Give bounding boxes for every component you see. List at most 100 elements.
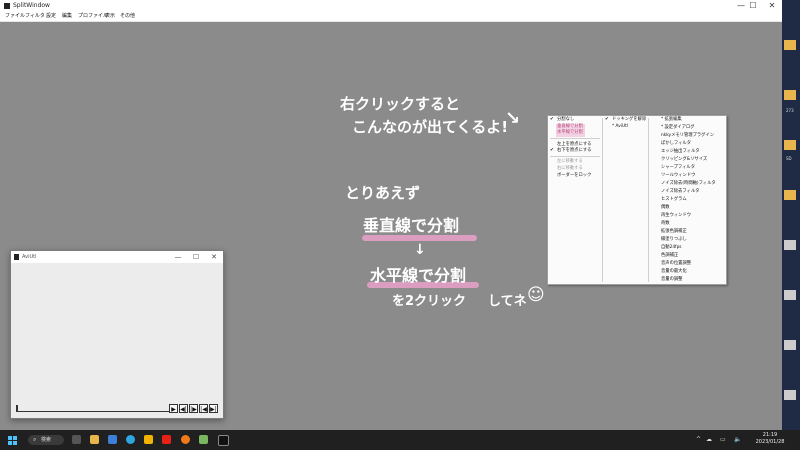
menu-column-docking: ✔ ドッキングを解除 * AviUtl: [603, 116, 648, 284]
menu-item-window[interactable]: nkkyメモリ管理プラグイン: [661, 133, 714, 139]
context-menu: ✔ 分割なし 垂直線で分割 水平線で分割 左上を原点にする ✔ 右下を原点にする…: [547, 115, 727, 285]
menu-item-window[interactable]: ツールウィンドウ: [661, 173, 695, 179]
smile-icon: ☺: [527, 285, 545, 305]
menu-item-window[interactable]: 自動24fps: [661, 245, 682, 251]
menu-item-origin-bottom-right[interactable]: 右下を原点にする: [557, 148, 591, 154]
menu-item-window[interactable]: 音量の最大化: [661, 269, 687, 275]
folder-icon[interactable]: [784, 190, 796, 200]
task-view-icon[interactable]: [72, 435, 81, 444]
aviutl-title-bar[interactable]: AviUtl — ☐ ✕: [11, 251, 223, 263]
desktop-label: 273: [786, 108, 794, 113]
prev-frame-button[interactable]: ◀|: [179, 404, 188, 413]
handwriting-down-arrow-icon: ↓: [414, 242, 426, 258]
menu-item-window[interactable]: 再生ウィンドウ: [661, 213, 691, 219]
menu-other[interactable]: その他: [120, 12, 135, 21]
menu-item-window[interactable]: ノイズ除去(時間軸)フィルタ: [661, 181, 716, 187]
aviutl-taskbar-icon[interactable]: [218, 435, 229, 446]
clock[interactable]: 21:19 2023/01/28: [752, 432, 788, 446]
network-icon[interactable]: ▭: [720, 430, 726, 450]
handwriting-right-click: 右クリックすると: [340, 95, 461, 113]
menu-item-undock[interactable]: ドッキングを解除: [612, 117, 646, 123]
play-button[interactable]: ▶: [169, 404, 178, 413]
menu-item-window[interactable]: ノイズ除去フィルタ: [661, 189, 699, 195]
menu-item-window[interactable]: 拡張色調補正: [661, 229, 687, 235]
check-icon: ✔: [605, 117, 609, 122]
chrome-icon[interactable]: [181, 435, 190, 444]
menu-item-horizontal-split[interactable]: 水平線で分割: [557, 130, 583, 136]
aviutl-close-button[interactable]: ✕: [205, 251, 223, 263]
menu-item-window[interactable]: 縁塗りつぶし: [661, 237, 687, 243]
menu-edit[interactable]: 編集: [62, 12, 72, 21]
handwriting-two-clicks: を2クリック: [392, 294, 467, 309]
menu-item-window[interactable]: シャープフィルタ: [661, 165, 695, 171]
file-explorer-icon[interactable]: [144, 435, 153, 444]
app-icon[interactable]: [199, 435, 208, 444]
menu-item-window[interactable]: ぼかしフィルタ: [661, 141, 691, 147]
handwriting-appears: こんなのが出てくるよ!: [352, 118, 509, 136]
menu-item-window[interactable]: * 設定ダイアログ: [661, 125, 695, 131]
menu-filter[interactable]: フィルタ: [25, 12, 45, 21]
menu-item-aviutl[interactable]: * AviUtl: [612, 124, 628, 130]
go-end-button[interactable]: ▶|: [209, 404, 218, 413]
menu-item-window[interactable]: 音声の位置調整: [661, 261, 691, 267]
aviutl-title: AviUtl: [22, 254, 37, 260]
handwriting-for-now: とりあえず: [345, 184, 421, 202]
file-icon[interactable]: [784, 290, 796, 300]
file-icon[interactable]: [784, 340, 796, 350]
widgets-icon[interactable]: [90, 435, 99, 444]
check-icon: ✔: [550, 117, 554, 122]
aviutl-minimize-button[interactable]: —: [169, 251, 187, 263]
menu-item-window[interactable]: エッジ抽出フィルタ: [661, 149, 700, 155]
menu-separator: [550, 138, 600, 139]
menu-settings[interactable]: 設定: [46, 12, 56, 21]
menu-bar: ファイル フィルタ 設定 編集 プロファイル 表示 その他: [0, 12, 782, 22]
clock-time: 21:19: [762, 432, 778, 438]
windows-start-icon[interactable]: [8, 436, 17, 445]
go-start-button[interactable]: |◀: [199, 404, 208, 413]
handwriting-horizontal-split: 水平線で分割: [370, 266, 467, 285]
store-icon[interactable]: [108, 435, 117, 444]
menu-column-split: ✔ 分割なし 垂直線で分割 水平線で分割 左上を原点にする ✔ 右下を原点にする…: [548, 116, 602, 284]
clock-date: 2023/01/28: [755, 439, 785, 445]
check-icon: ✔: [550, 148, 554, 153]
menu-item-window[interactable]: 音量の調整: [661, 277, 682, 283]
menu-item-window[interactable]: 偶数: [661, 205, 670, 211]
desktop-label: SD: [786, 156, 792, 161]
seek-thumb[interactable]: [16, 405, 18, 412]
menu-profile[interactable]: プロファイル: [78, 12, 108, 21]
search-label: 検索: [41, 437, 52, 443]
title-bar[interactable]: SplitWindow — ☐ ✕: [0, 0, 782, 12]
volume-icon[interactable]: 🔈: [734, 430, 741, 450]
menu-item-window[interactable]: 奇数: [661, 221, 670, 227]
menu-column-windows: * 拡張編集 * 設定ダイアログ nkkyメモリ管理プラグイン ぼかしフィルタ …: [649, 116, 726, 284]
search-box[interactable]: ⌕ 検索: [28, 435, 64, 445]
onedrive-icon[interactable]: ☁: [706, 430, 712, 450]
menu-item-window[interactable]: 色調補正: [661, 253, 678, 259]
app-icon: [4, 3, 10, 9]
file-icon[interactable]: [784, 390, 796, 400]
desktop-background: [782, 0, 800, 430]
handwriting-vertical-split: 垂直線で分割: [363, 216, 460, 235]
tray-overflow-icon[interactable]: ^: [696, 430, 701, 450]
menu-view[interactable]: 表示: [105, 12, 115, 21]
menu-item-window[interactable]: クリッピング&リサイズ: [661, 157, 707, 163]
edge-icon[interactable]: [126, 435, 135, 444]
aviutl-window: AviUtl — ☐ ✕ ▶ ◀| |▶ |◀ ▶|: [10, 250, 224, 419]
folder-icon[interactable]: [784, 40, 796, 50]
file-icon[interactable]: [784, 240, 796, 250]
seek-bar[interactable]: [16, 405, 173, 412]
youtube-icon[interactable]: [162, 435, 171, 444]
menu-item-window[interactable]: ヒストグラム: [661, 197, 687, 203]
folder-icon[interactable]: [784, 140, 796, 150]
aviutl-maximize-button[interactable]: ☐: [187, 251, 205, 263]
aviutl-app-icon: [14, 254, 19, 260]
menu-item-lock-border[interactable]: ボーダーをロック: [557, 173, 591, 179]
search-icon: ⌕: [33, 436, 37, 443]
window-title: SplitWindow: [13, 2, 50, 9]
folder-icon[interactable]: [784, 90, 796, 100]
menu-file[interactable]: ファイル: [5, 12, 25, 21]
taskbar: ⌕ 検索 ^ ☁ ▭ 🔈 21:19 2023/01/28: [0, 430, 800, 450]
menu-item-window[interactable]: * 拡張編集: [661, 117, 682, 123]
next-frame-button[interactable]: |▶: [189, 404, 198, 413]
menu-item-no-split[interactable]: 分割なし: [557, 117, 574, 123]
